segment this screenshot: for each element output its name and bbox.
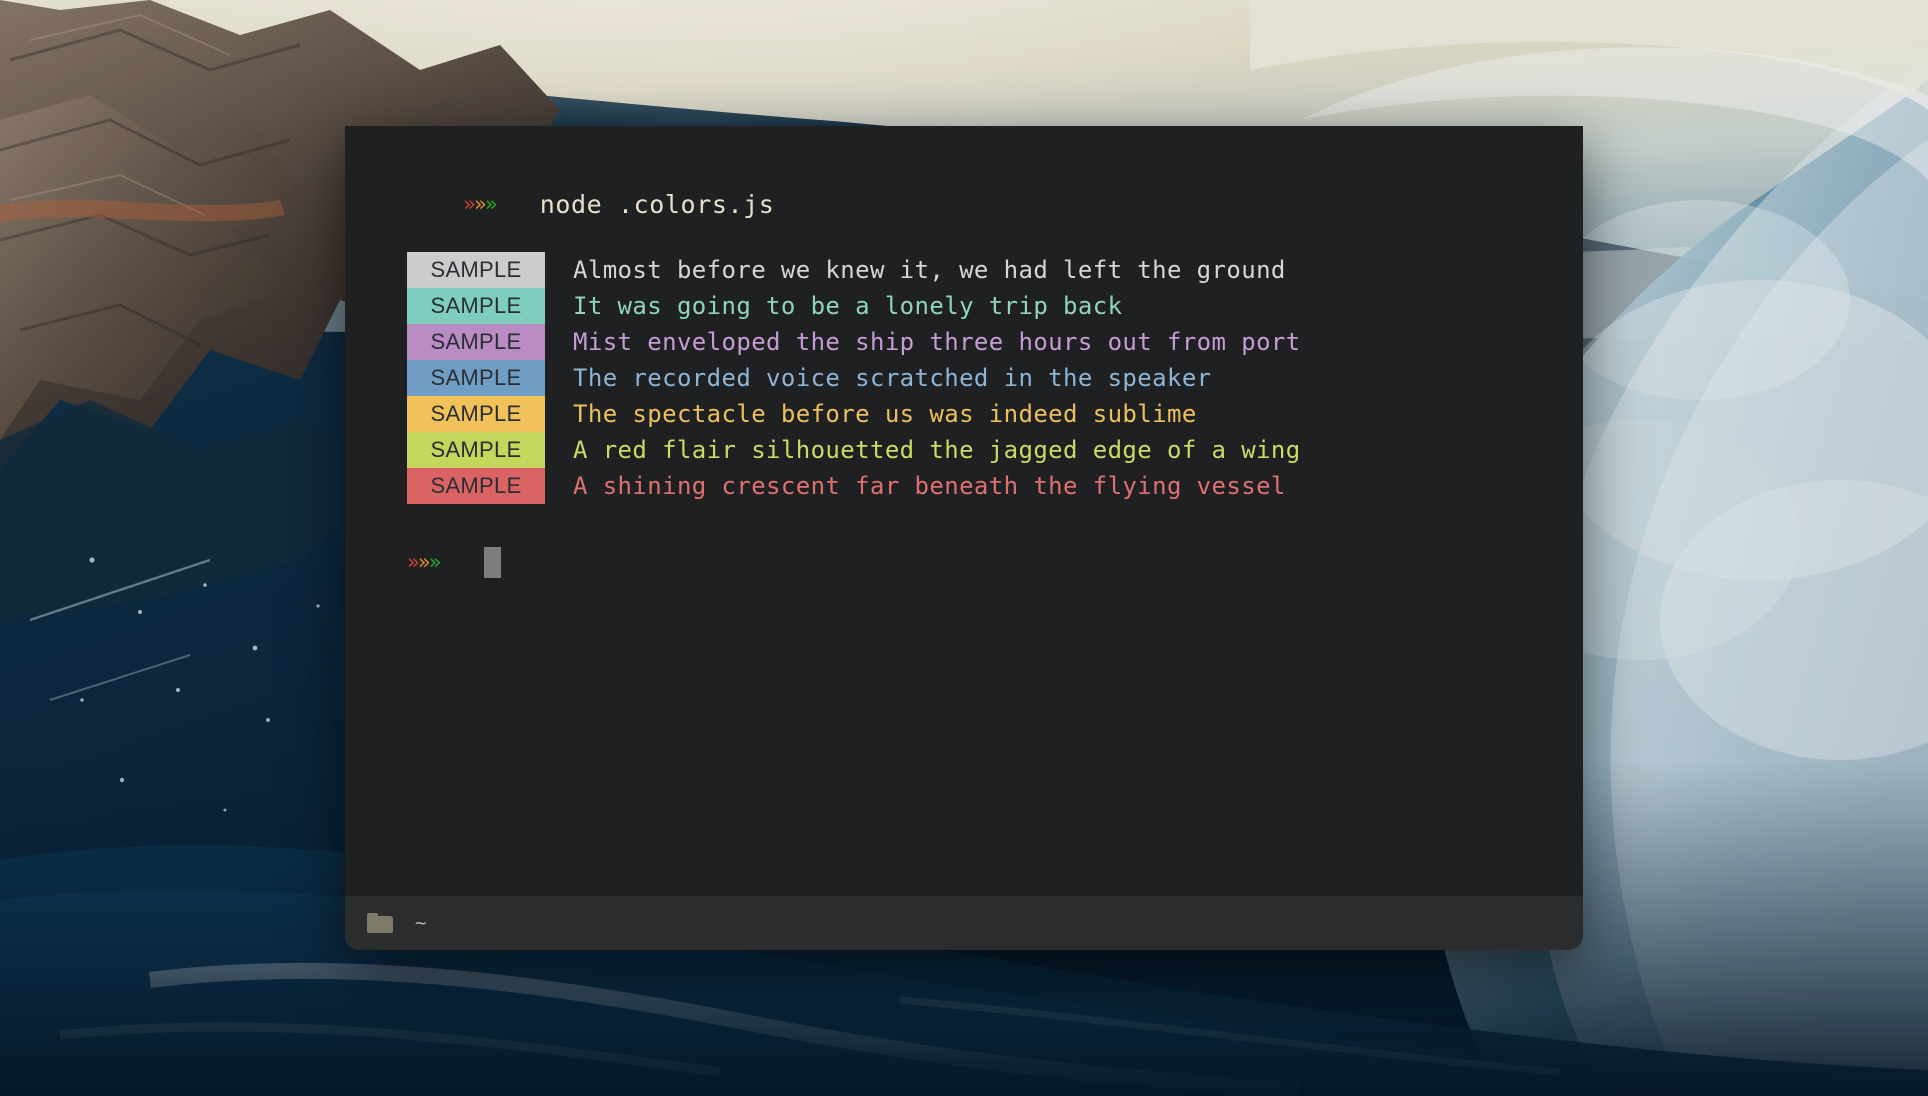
block-cursor[interactable] [483,546,501,578]
color-swatch: SAMPLE [407,396,545,432]
list-item: SAMPLE Almost before we knew it, we had … [407,252,1583,288]
command-prompt-line: »»» node .colors.js [407,184,1583,224]
list-item: SAMPLE A shining crescent far beneath th… [407,468,1583,504]
terminal-content: »»» node .colors.js SAMPLE Almost before… [345,126,1583,582]
chevron-green-icon: » [484,191,498,216]
list-item: SAMPLE It was going to be a lonely trip … [407,288,1583,324]
chevron-orange-icon: » [473,191,487,216]
sample-line-text: Mist enveloped the ship three hours out … [573,328,1301,356]
desktop: »»» node .colors.js SAMPLE Almost before… [0,0,1928,1096]
sample-line-text: It was going to be a lonely trip back [573,292,1123,320]
list-item: SAMPLE The recorded voice scratched in t… [407,360,1583,396]
sample-line-text: A red flair silhouetted the jagged edge … [573,436,1301,464]
folder-icon [367,913,393,933]
sample-line-text: A shining crescent far beneath the flyin… [573,472,1286,500]
chevron-red-icon: » [407,549,420,574]
chevron-orange-icon: » [417,549,431,574]
list-item: SAMPLE Mist enveloped the ship three hou… [407,324,1583,360]
color-sample-list: SAMPLE Almost before we knew it, we had … [407,252,1583,504]
list-item: SAMPLE A red flair silhouetted the jagge… [407,432,1583,468]
color-swatch: SAMPLE [407,288,545,324]
terminal-window[interactable]: »»» node .colors.js SAMPLE Almost before… [345,126,1583,950]
sample-line-text: Almost before we knew it, we had left th… [573,256,1286,284]
terminal-body[interactable]: »»» node .colors.js SAMPLE Almost before… [345,126,1583,896]
sample-line-text: The spectacle before us was indeed subli… [573,400,1197,428]
color-swatch: SAMPLE [407,252,545,288]
list-item: SAMPLE The spectacle before us was indee… [407,396,1583,432]
status-bar: ~ [345,896,1583,950]
command-text: node .colors.js [539,189,775,219]
color-swatch: SAMPLE [407,360,545,396]
chevron-red-icon: » [463,191,476,216]
input-prompt-line[interactable]: »»» [407,542,1583,582]
color-swatch: SAMPLE [407,468,545,504]
sample-line-text: The recorded voice scratched in the spea… [573,364,1212,392]
chevron-green-icon: » [428,549,442,574]
prompt-chevrons: »»» [407,173,498,236]
prompt-chevrons: »»» [407,549,442,574]
status-bar-path: ~ [415,911,427,934]
color-swatch: SAMPLE [407,324,545,360]
color-swatch: SAMPLE [407,432,545,468]
